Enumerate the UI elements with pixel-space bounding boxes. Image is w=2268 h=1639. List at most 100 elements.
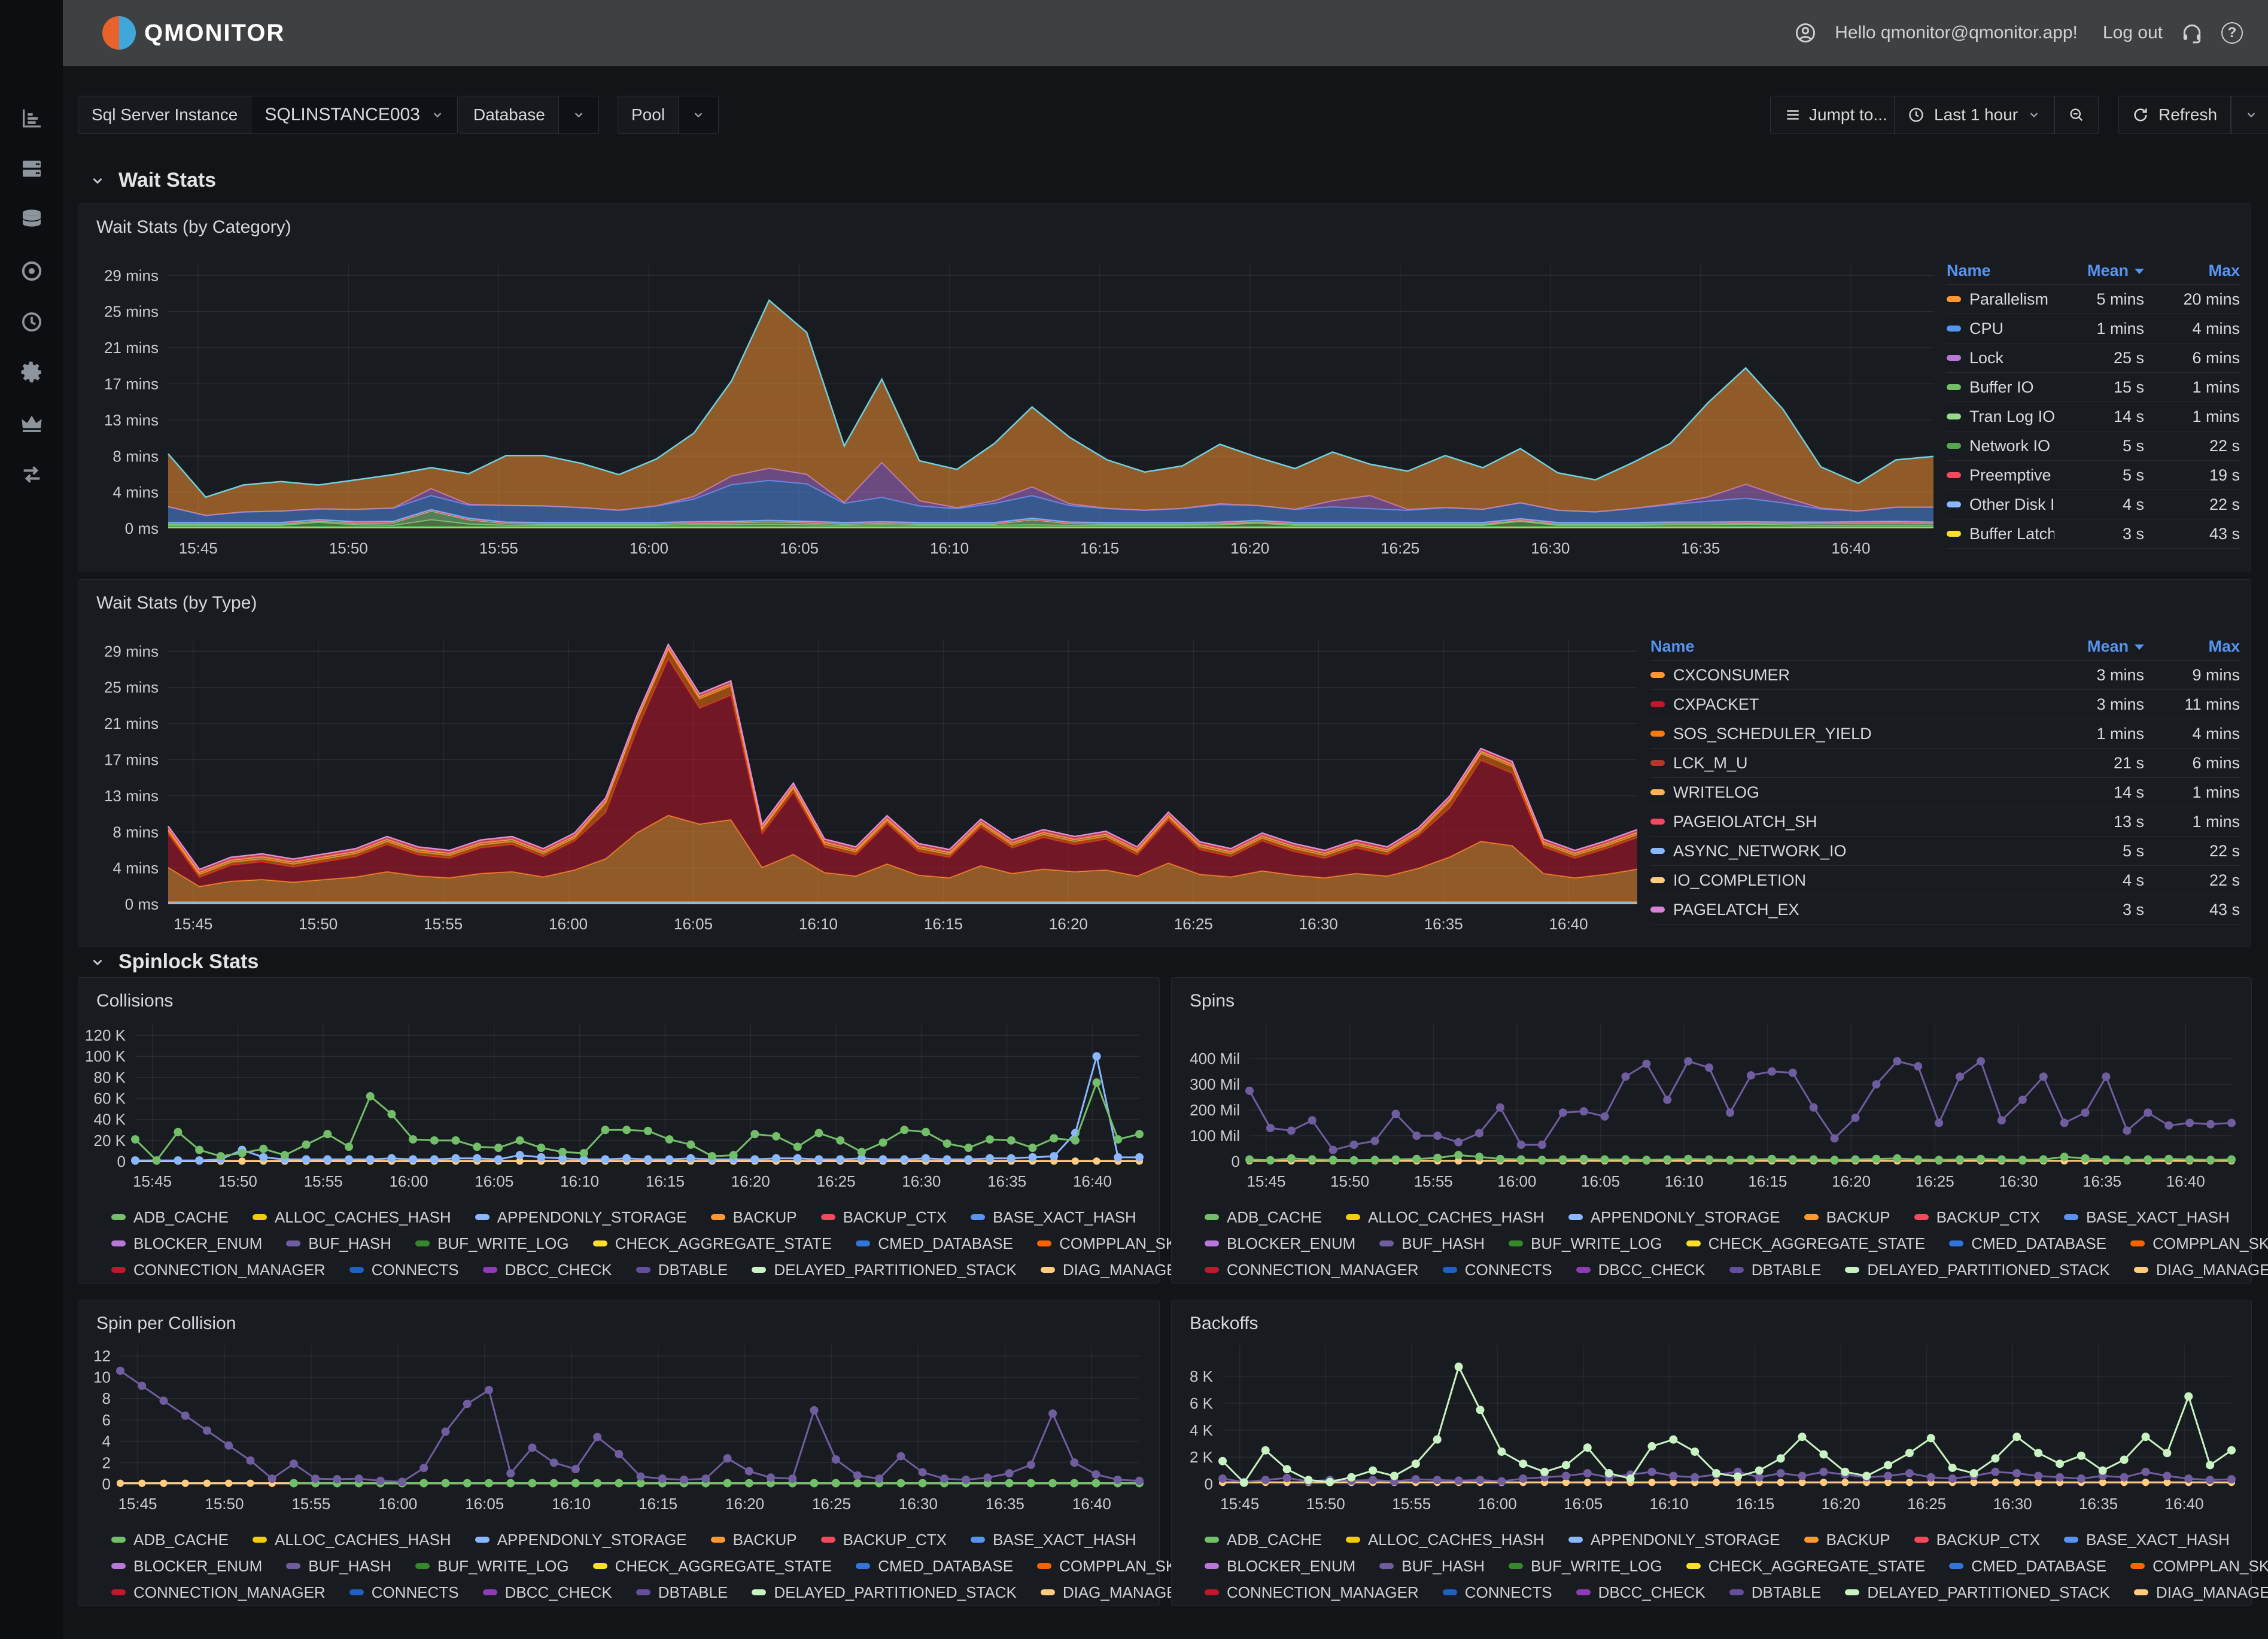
jump-to-button[interactable]: Jumpt to... [1770,96,1902,134]
legend-item[interactable]: ADB_CACHE [1205,1531,1322,1549]
sidebar-item-servers[interactable] [19,156,45,182]
legend-item[interactable]: BLOCKER_ENUM [1205,1557,1355,1576]
legend-item[interactable]: BASE_XACT_HASH [971,1531,1136,1549]
legend-item[interactable]: ADB_CACHE [1205,1208,1322,1227]
table-row[interactable]: Preemptive5 s19 s [1947,460,2240,489]
table-row[interactable]: ASYNC_NETWORK_IO5 s22 s [1650,836,2240,865]
sidebar-item-premium[interactable] [19,410,45,436]
table-row[interactable]: PAGEIOLATCH_SH13 s1 mins [1650,807,2240,836]
legend-item[interactable]: BUF_WRITE_LOG [415,1557,569,1576]
legend-item[interactable]: CHECK_AGGREGATE_STATE [1686,1557,1926,1576]
instance-select[interactable]: SQLINSTANCE003 [251,96,458,134]
legend-item[interactable]: DIAG_MANAGER [2134,1261,2268,1279]
col-name-header[interactable]: Name [1650,637,1695,656]
legend-item[interactable]: COMPPLAN_SKELETON [2130,1557,2268,1576]
legend-item[interactable]: ADB_CACHE [111,1531,229,1549]
legend-item[interactable]: DBTABLE [1729,1583,1822,1602]
legend-item[interactable]: BACKUP_CTX [821,1208,947,1227]
legend-item[interactable]: ALLOC_CACHES_HASH [1346,1531,1545,1549]
logout-link[interactable]: Log out [2103,23,2163,43]
legend-item[interactable]: CMED_DATABASE [856,1234,1013,1253]
legend-item[interactable]: DBTABLE [636,1261,728,1279]
logo[interactable]: QMONITOR [102,16,285,50]
database-select[interactable] [559,96,599,134]
legend-item[interactable]: BUF_HASH [286,1234,391,1253]
legend-item[interactable]: CONNECTS [349,1583,459,1602]
legend-item[interactable]: BACKUP [711,1531,797,1549]
col-mean-header[interactable]: Mean [2087,637,2129,655]
col-max-header[interactable]: Max [2208,637,2240,655]
legend-item[interactable]: CONNECTS [1443,1261,1552,1279]
sidebar-item-sessions[interactable] [19,258,45,284]
legend-item[interactable]: DELAYED_PARTITIONED_STACK [752,1261,1017,1279]
legend-item[interactable]: ALLOC_CACHES_HASH [253,1208,451,1227]
sidebar-item-databases[interactable] [19,206,45,233]
legend-item[interactable]: BUF_HASH [286,1557,391,1576]
legend-item[interactable]: DIAG_MANAGER [2134,1583,2268,1602]
table-row[interactable]: Buffer IO15 s1 mins [1947,372,2240,402]
legend-item[interactable]: ALLOC_CACHES_HASH [253,1531,451,1549]
legend-item[interactable]: CONNECTION_MANAGER [111,1261,326,1279]
refresh-button[interactable]: Refresh [2118,96,2231,134]
legend-item[interactable]: BACKUP [1804,1208,1890,1227]
legend-item[interactable]: DBCC_CHECK [1576,1261,1705,1279]
sidebar-item-transfer[interactable] [19,461,45,488]
refresh-interval-select[interactable] [2231,96,2268,134]
table-row[interactable]: Latch3 s40 s [1947,548,2240,556]
legend-item[interactable]: BACKUP_CTX [821,1531,947,1549]
legend-item[interactable]: BLOCKER_ENUM [111,1234,262,1253]
legend-item[interactable]: BASE_XACT_HASH [2064,1208,2230,1227]
sidebar-item-history[interactable] [19,309,45,335]
zoom-out-button[interactable] [2054,96,2099,134]
table-row[interactable]: Network IO5 s22 s [1947,431,2240,460]
table-row[interactable]: PAGELATCH_EX3 s43 s [1650,895,2240,924]
legend-item[interactable]: BACKUP [711,1208,797,1227]
table-row[interactable]: Lock25 s6 mins [1947,343,2240,372]
legend-item[interactable]: CONNECTS [349,1261,459,1279]
legend-item[interactable]: BUF_HASH [1379,1234,1485,1253]
table-row[interactable]: CXPACKET3 mins11 mins [1650,689,2240,719]
time-range-button[interactable]: Last 1 hour [1894,96,2054,134]
wait-category-chart[interactable]: 0 ms4 mins8 mins13 mins17 mins21 mins25 … [78,204,1937,572]
table-row[interactable]: LCK_M_U21 s6 mins [1650,748,2240,777]
legend-item[interactable]: COMPPLAN_SKELETON [2130,1234,2268,1253]
legend-item[interactable]: BACKUP_CTX [1914,1208,2040,1227]
legend-item[interactable]: BLOCKER_ENUM [1205,1234,1355,1253]
sidebar-item-settings[interactable] [19,359,45,385]
col-name-header[interactable]: Name [1947,261,1991,280]
legend-item[interactable]: CONNECTION_MANAGER [1205,1583,1419,1602]
legend-item[interactable]: BLOCKER_ENUM [111,1557,262,1576]
table-row[interactable]: IO_COMPLETION4 s22 s [1650,865,2240,895]
legend-item[interactable]: BACKUP_CTX [1914,1531,2040,1549]
legend-item[interactable]: APPENDONLY_STORAGE [475,1531,687,1549]
legend-item[interactable]: ALLOC_CACHES_HASH [1346,1208,1545,1227]
legend-item[interactable]: APPENDONLY_STORAGE [1568,1208,1780,1227]
legend-item[interactable]: APPENDONLY_STORAGE [475,1208,687,1227]
table-row[interactable]: Buffer Latch3 s43 s [1947,519,2240,548]
legend-item[interactable]: DBCC_CHECK [483,1261,612,1279]
legend-item[interactable]: APPENDONLY_STORAGE [1568,1531,1780,1549]
col-max-header[interactable]: Max [2208,261,2240,279]
legend-item[interactable]: BASE_XACT_HASH [971,1208,1136,1227]
table-row[interactable]: WRITELOG14 s1 mins [1650,777,2240,807]
legend-item[interactable]: DBTABLE [636,1583,728,1602]
legend-item[interactable]: DIAG_MANAGER [1041,1583,1188,1602]
legend-item[interactable]: DBCC_CHECK [483,1583,612,1602]
legend-item[interactable]: ADB_CACHE [111,1208,229,1227]
legend-item[interactable]: CHECK_AGGREGATE_STATE [593,1234,832,1253]
legend-item[interactable]: CMED_DATABASE [856,1557,1013,1576]
legend-item[interactable]: DELAYED_PARTITIONED_STACK [752,1583,1017,1602]
section-wait-stats[interactable]: Wait Stats [90,169,216,192]
legend-item[interactable]: BASE_XACT_HASH [2064,1531,2230,1549]
legend-item[interactable]: DBTABLE [1729,1261,1822,1279]
section-spinlock-stats[interactable]: Spinlock Stats [90,950,259,974]
col-mean-header[interactable]: Mean [2087,261,2129,279]
legend-item[interactable]: DBCC_CHECK [1576,1583,1705,1602]
legend-item[interactable]: BUF_WRITE_LOG [1509,1234,1662,1253]
table-row[interactable]: Other Disk IO4 s22 s [1947,489,2240,519]
legend-item[interactable]: BUF_HASH [1379,1557,1485,1576]
table-row[interactable]: CPU1 mins4 mins [1947,314,2240,343]
legend-item[interactable]: DELAYED_PARTITIONED_STACK [1845,1583,2110,1602]
table-row[interactable]: CXCONSUMER3 mins9 mins [1650,660,2240,689]
legend-item[interactable]: CMED_DATABASE [1949,1557,2106,1576]
